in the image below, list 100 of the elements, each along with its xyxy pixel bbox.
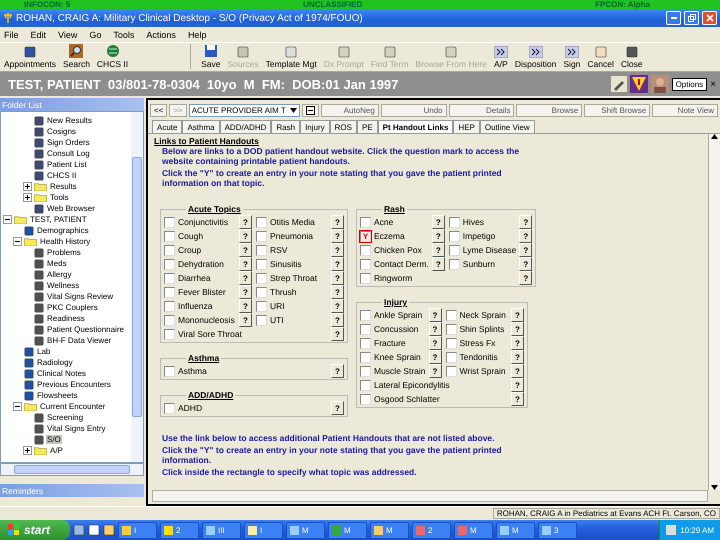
toolbar-button[interactable]: A/P xyxy=(492,46,510,69)
tree-item[interactable]: Consult Log xyxy=(46,149,91,158)
check-box[interactable] xyxy=(164,366,175,376)
tree-item[interactable]: Lab xyxy=(36,347,52,356)
check-box[interactable] xyxy=(360,380,371,390)
check-box[interactable] xyxy=(256,230,267,242)
tab[interactable]: Outline View xyxy=(480,120,535,133)
help-button[interactable]: ? xyxy=(331,327,344,341)
check-box[interactable] xyxy=(164,258,175,270)
check-box[interactable] xyxy=(446,324,456,334)
tree-item[interactable]: Results xyxy=(49,182,78,191)
check-box[interactable] xyxy=(446,310,456,320)
help-button[interactable]: ? xyxy=(239,215,252,229)
help-button[interactable]: ? xyxy=(519,271,532,285)
check-box[interactable] xyxy=(360,216,371,228)
check-box[interactable] xyxy=(256,216,267,228)
help-button[interactable]: ? xyxy=(428,336,442,350)
tree-item[interactable]: Web Browser xyxy=(46,204,96,213)
check-box[interactable] xyxy=(360,352,371,362)
tree-item[interactable]: Previous Encounters xyxy=(36,380,112,389)
template-dropdown[interactable]: ACUTE PROVIDER AIM T xyxy=(188,104,300,116)
help-button[interactable]: ? xyxy=(239,313,252,327)
tree-item[interactable]: A/P xyxy=(49,446,64,455)
autoneg-button[interactable]: AutoNeg xyxy=(320,104,379,116)
check-box[interactable] xyxy=(360,394,371,404)
toolbar-button[interactable]: Cancel xyxy=(585,46,616,69)
toolbar-button[interactable]: Disposition xyxy=(512,46,558,69)
check-box[interactable] xyxy=(360,244,371,256)
check-box[interactable] xyxy=(164,328,175,340)
horizontal-scrollbar[interactable] xyxy=(152,490,708,502)
check-box[interactable] xyxy=(448,216,460,228)
note-toolbar-button[interactable]: Note View xyxy=(652,104,718,116)
help-button[interactable]: ? xyxy=(511,308,524,322)
help-button[interactable]: ? xyxy=(239,243,252,257)
check-box[interactable] xyxy=(360,324,371,334)
taskbar-button[interactable]: I xyxy=(244,522,283,538)
help-button[interactable]: ? xyxy=(519,229,532,243)
help-button[interactable]: ? xyxy=(331,243,344,257)
toolbar-button[interactable]: Template Mgt xyxy=(264,46,319,69)
taskbar-button[interactable]: III xyxy=(202,522,241,538)
help-button[interactable]: ? xyxy=(511,322,524,336)
tree-item[interactable]: Current Encounter xyxy=(39,402,106,411)
collapse-icon[interactable] xyxy=(3,215,12,224)
check-box[interactable] xyxy=(164,402,175,414)
tree-item[interactable]: S/O xyxy=(46,435,62,444)
warning-icon[interactable] xyxy=(630,75,648,93)
expand-icon[interactable] xyxy=(23,193,32,202)
check-box[interactable] xyxy=(360,310,371,320)
tray-icon[interactable] xyxy=(666,525,676,535)
close-banner-button[interactable]: × xyxy=(710,78,716,90)
tree-item[interactable]: PKC Couplers xyxy=(46,303,99,312)
help-button[interactable]: ? xyxy=(519,243,532,257)
menu-item[interactable]: Edit xyxy=(30,30,46,40)
help-button[interactable]: ? xyxy=(331,401,344,415)
help-button[interactable]: ? xyxy=(331,215,344,229)
collapse-icon[interactable] xyxy=(13,402,22,411)
toolbar-button[interactable]: Appointments xyxy=(2,46,58,69)
toolbar-button[interactable]: Sign xyxy=(561,46,582,69)
menu-item[interactable]: Help xyxy=(188,30,206,40)
help-button[interactable]: ? xyxy=(239,229,252,243)
check-box[interactable] xyxy=(164,244,175,256)
menu-item[interactable]: View xyxy=(58,30,78,40)
check-box[interactable] xyxy=(448,244,460,256)
taskbar-button[interactable]: M xyxy=(454,522,493,538)
help-button[interactable]: ? xyxy=(331,364,344,378)
tree-item[interactable]: New Results xyxy=(46,116,93,125)
check-box[interactable] xyxy=(360,272,371,284)
tree-item[interactable]: Wellness xyxy=(46,281,80,290)
toolbar-button[interactable]: CHCS II xyxy=(94,44,130,69)
check-box[interactable] xyxy=(164,272,175,284)
check-box[interactable] xyxy=(164,230,175,242)
help-button[interactable]: ? xyxy=(239,299,252,313)
horizontal-scrollbar[interactable] xyxy=(0,463,144,476)
tree-item[interactable]: BH-F Data Viewer xyxy=(46,336,112,345)
tree-item[interactable]: CHCS II xyxy=(46,171,78,180)
menu-item[interactable]: Go xyxy=(89,30,102,40)
check-box[interactable] xyxy=(446,352,456,362)
tree-item[interactable]: Demographics xyxy=(36,226,90,235)
back-button[interactable]: << xyxy=(150,104,168,116)
help-button[interactable]: ? xyxy=(432,229,445,243)
taskbar-button[interactable]: M xyxy=(286,522,325,538)
check-box[interactable] xyxy=(256,300,267,312)
check-box[interactable]: Y xyxy=(360,230,371,242)
tree-item[interactable]: Tools xyxy=(49,193,70,202)
help-button[interactable]: ? xyxy=(331,229,344,243)
help-button[interactable]: ? xyxy=(511,350,524,364)
help-button[interactable]: ? xyxy=(519,257,532,271)
tab[interactable]: PE xyxy=(356,120,378,133)
tree-item[interactable]: Meds xyxy=(46,259,68,268)
menu-item[interactable]: File xyxy=(4,30,19,40)
tab[interactable]: ROS xyxy=(330,120,357,133)
tab[interactable]: Pt Handout Links xyxy=(378,120,454,133)
help-button[interactable]: ? xyxy=(511,364,524,378)
check-box[interactable] xyxy=(256,314,267,326)
minimize-button[interactable] xyxy=(666,11,681,25)
help-button[interactable]: ? xyxy=(432,243,445,257)
close-button[interactable] xyxy=(702,11,717,25)
help-button[interactable]: ? xyxy=(432,257,445,271)
expand-icon[interactable] xyxy=(23,446,32,455)
help-button[interactable]: ? xyxy=(331,299,344,313)
